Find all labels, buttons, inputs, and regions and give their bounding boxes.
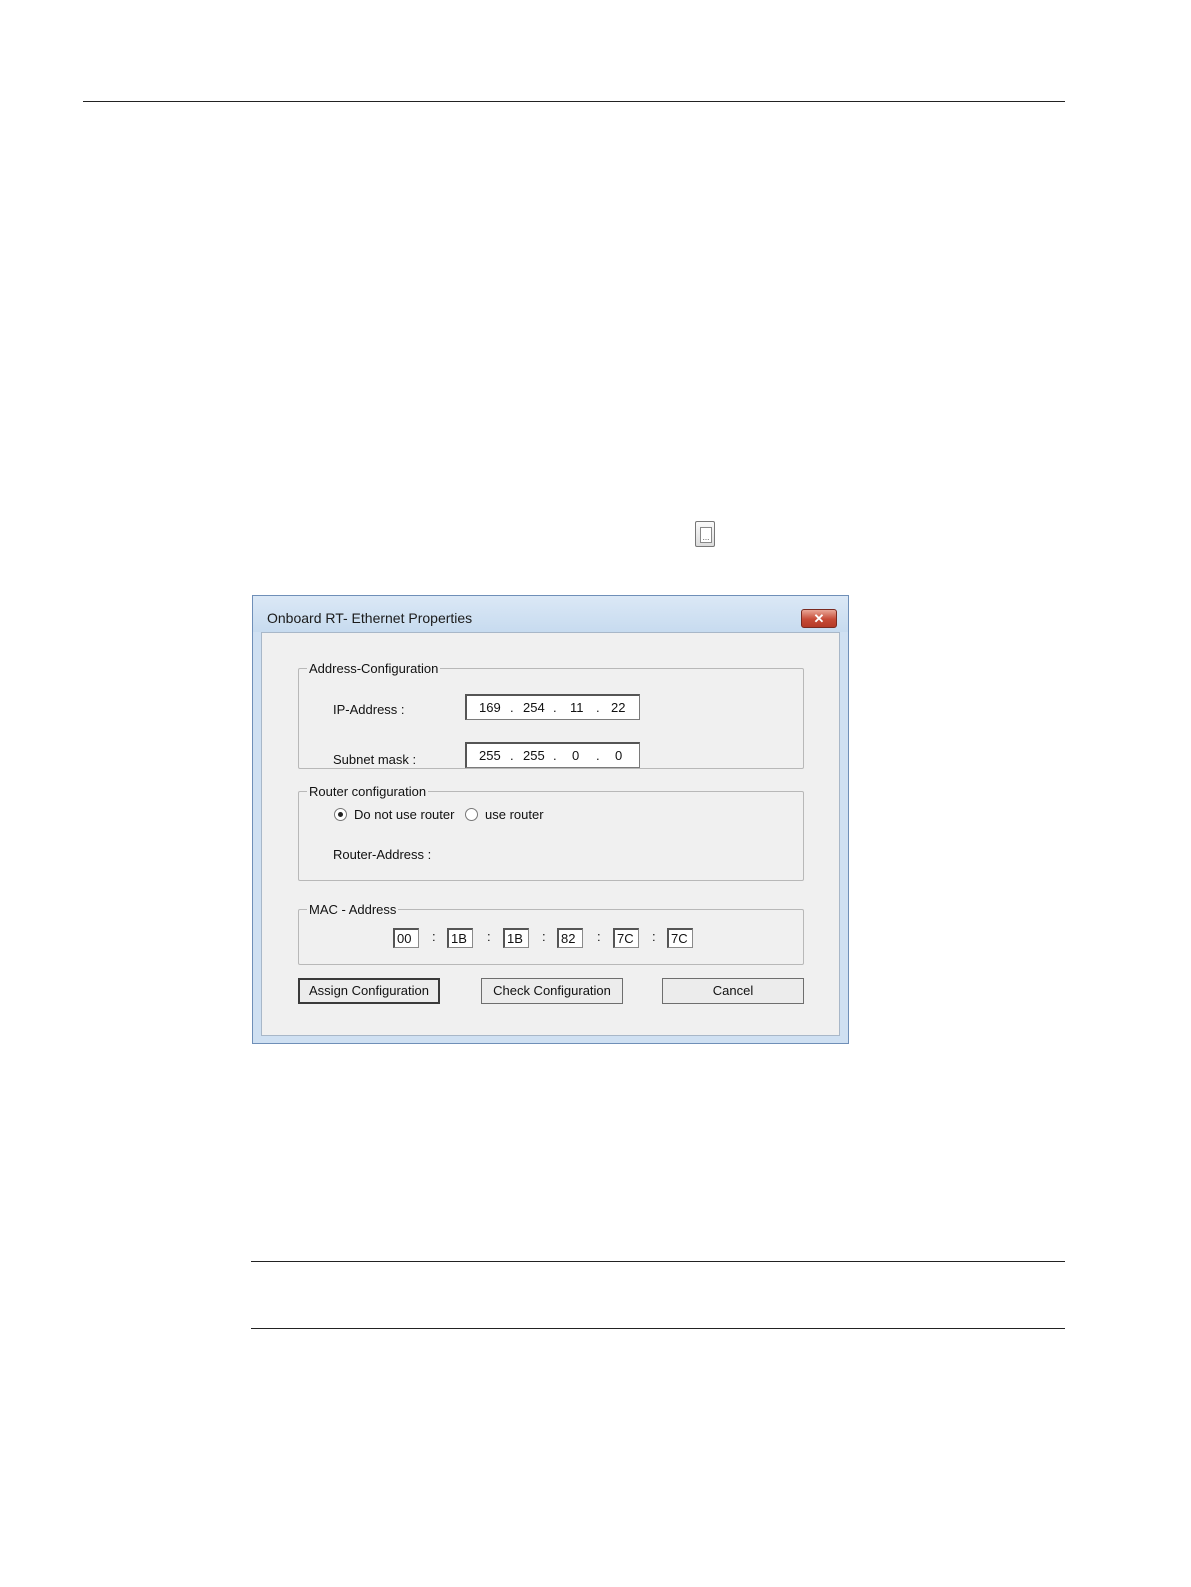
ip-dot-2: . xyxy=(553,700,557,715)
mac-byte-2[interactable]: 1B xyxy=(447,928,473,948)
subnet-octet-4: 0 xyxy=(615,748,623,763)
router-configuration-group: Router configuration Do not use router u… xyxy=(298,784,804,881)
mac-address-legend: MAC - Address xyxy=(309,902,397,917)
mac-sep-4: : xyxy=(597,929,601,944)
router-configuration-legend: Router configuration xyxy=(309,784,427,799)
mac-sep-2: : xyxy=(487,929,491,944)
subnet-mask-label: Subnet mask : xyxy=(333,752,417,767)
mac-byte-1[interactable]: 00 xyxy=(393,928,419,948)
mac-address-group: MAC - Address 00 : 1B : 1B : 82 : 7C : 7… xyxy=(298,902,804,965)
ip-address-input[interactable]: 169 . 254 . 11 . 22 xyxy=(465,694,640,720)
ip-dot-3: . xyxy=(596,700,600,715)
ip-dot-1: . xyxy=(510,700,514,715)
no-router-radio[interactable] xyxy=(334,808,347,821)
ip-octet-2: 254 xyxy=(523,700,545,715)
dialog-client-area: Address-Configuration IP-Address : 169 .… xyxy=(261,632,840,1036)
dialog-title: Onboard RT- Ethernet Properties xyxy=(267,610,473,626)
browse-button-icon: ... xyxy=(695,521,715,547)
mac-sep-3: : xyxy=(542,929,546,944)
subnet-octet-2: 255 xyxy=(523,748,545,763)
subnet-octet-1: 255 xyxy=(479,748,501,763)
browse-glyph: ... xyxy=(700,527,712,543)
subnet-dot-1: . xyxy=(510,748,514,763)
address-configuration-group: Address-Configuration IP-Address : 169 .… xyxy=(298,661,804,769)
ethernet-properties-dialog: Onboard RT- Ethernet Properties ✕ Addres… xyxy=(252,595,849,1044)
mac-byte-3[interactable]: 1B xyxy=(503,928,529,948)
subnet-octet-3: 0 xyxy=(572,748,580,763)
check-configuration-button[interactable]: Check Configuration xyxy=(481,978,623,1004)
mac-sep-5: : xyxy=(652,929,656,944)
note-bottom-rule xyxy=(251,1328,1065,1329)
address-configuration-legend: Address-Configuration xyxy=(309,661,439,676)
ip-address-label: IP-Address : xyxy=(333,702,405,717)
subnet-dot-3: . xyxy=(596,748,600,763)
mac-byte-6[interactable]: 7C xyxy=(667,928,693,948)
router-address-label: Router-Address : xyxy=(333,847,432,862)
close-button[interactable]: ✕ xyxy=(801,609,837,628)
use-router-radio[interactable] xyxy=(465,808,478,821)
use-router-label[interactable]: use router xyxy=(485,807,544,822)
mac-byte-5[interactable]: 7C xyxy=(613,928,639,948)
subnet-dot-2: . xyxy=(553,748,557,763)
mac-sep-1: : xyxy=(432,929,436,944)
note-top-rule xyxy=(251,1261,1065,1262)
ip-octet-4: 22 xyxy=(611,700,626,715)
cancel-button[interactable]: Cancel xyxy=(662,978,804,1004)
mac-byte-4[interactable]: 82 xyxy=(557,928,583,948)
no-router-label[interactable]: Do not use router xyxy=(354,807,454,822)
ip-octet-1: 169 xyxy=(479,700,501,715)
header-rule xyxy=(83,101,1065,102)
ip-octet-3: 11 xyxy=(570,700,584,715)
assign-configuration-button[interactable]: Assign Configuration xyxy=(298,978,440,1004)
dialog-titlebar: Onboard RT- Ethernet Properties ✕ xyxy=(253,596,848,632)
subnet-mask-input[interactable]: 255 . 255 . 0 . 0 xyxy=(465,742,640,768)
